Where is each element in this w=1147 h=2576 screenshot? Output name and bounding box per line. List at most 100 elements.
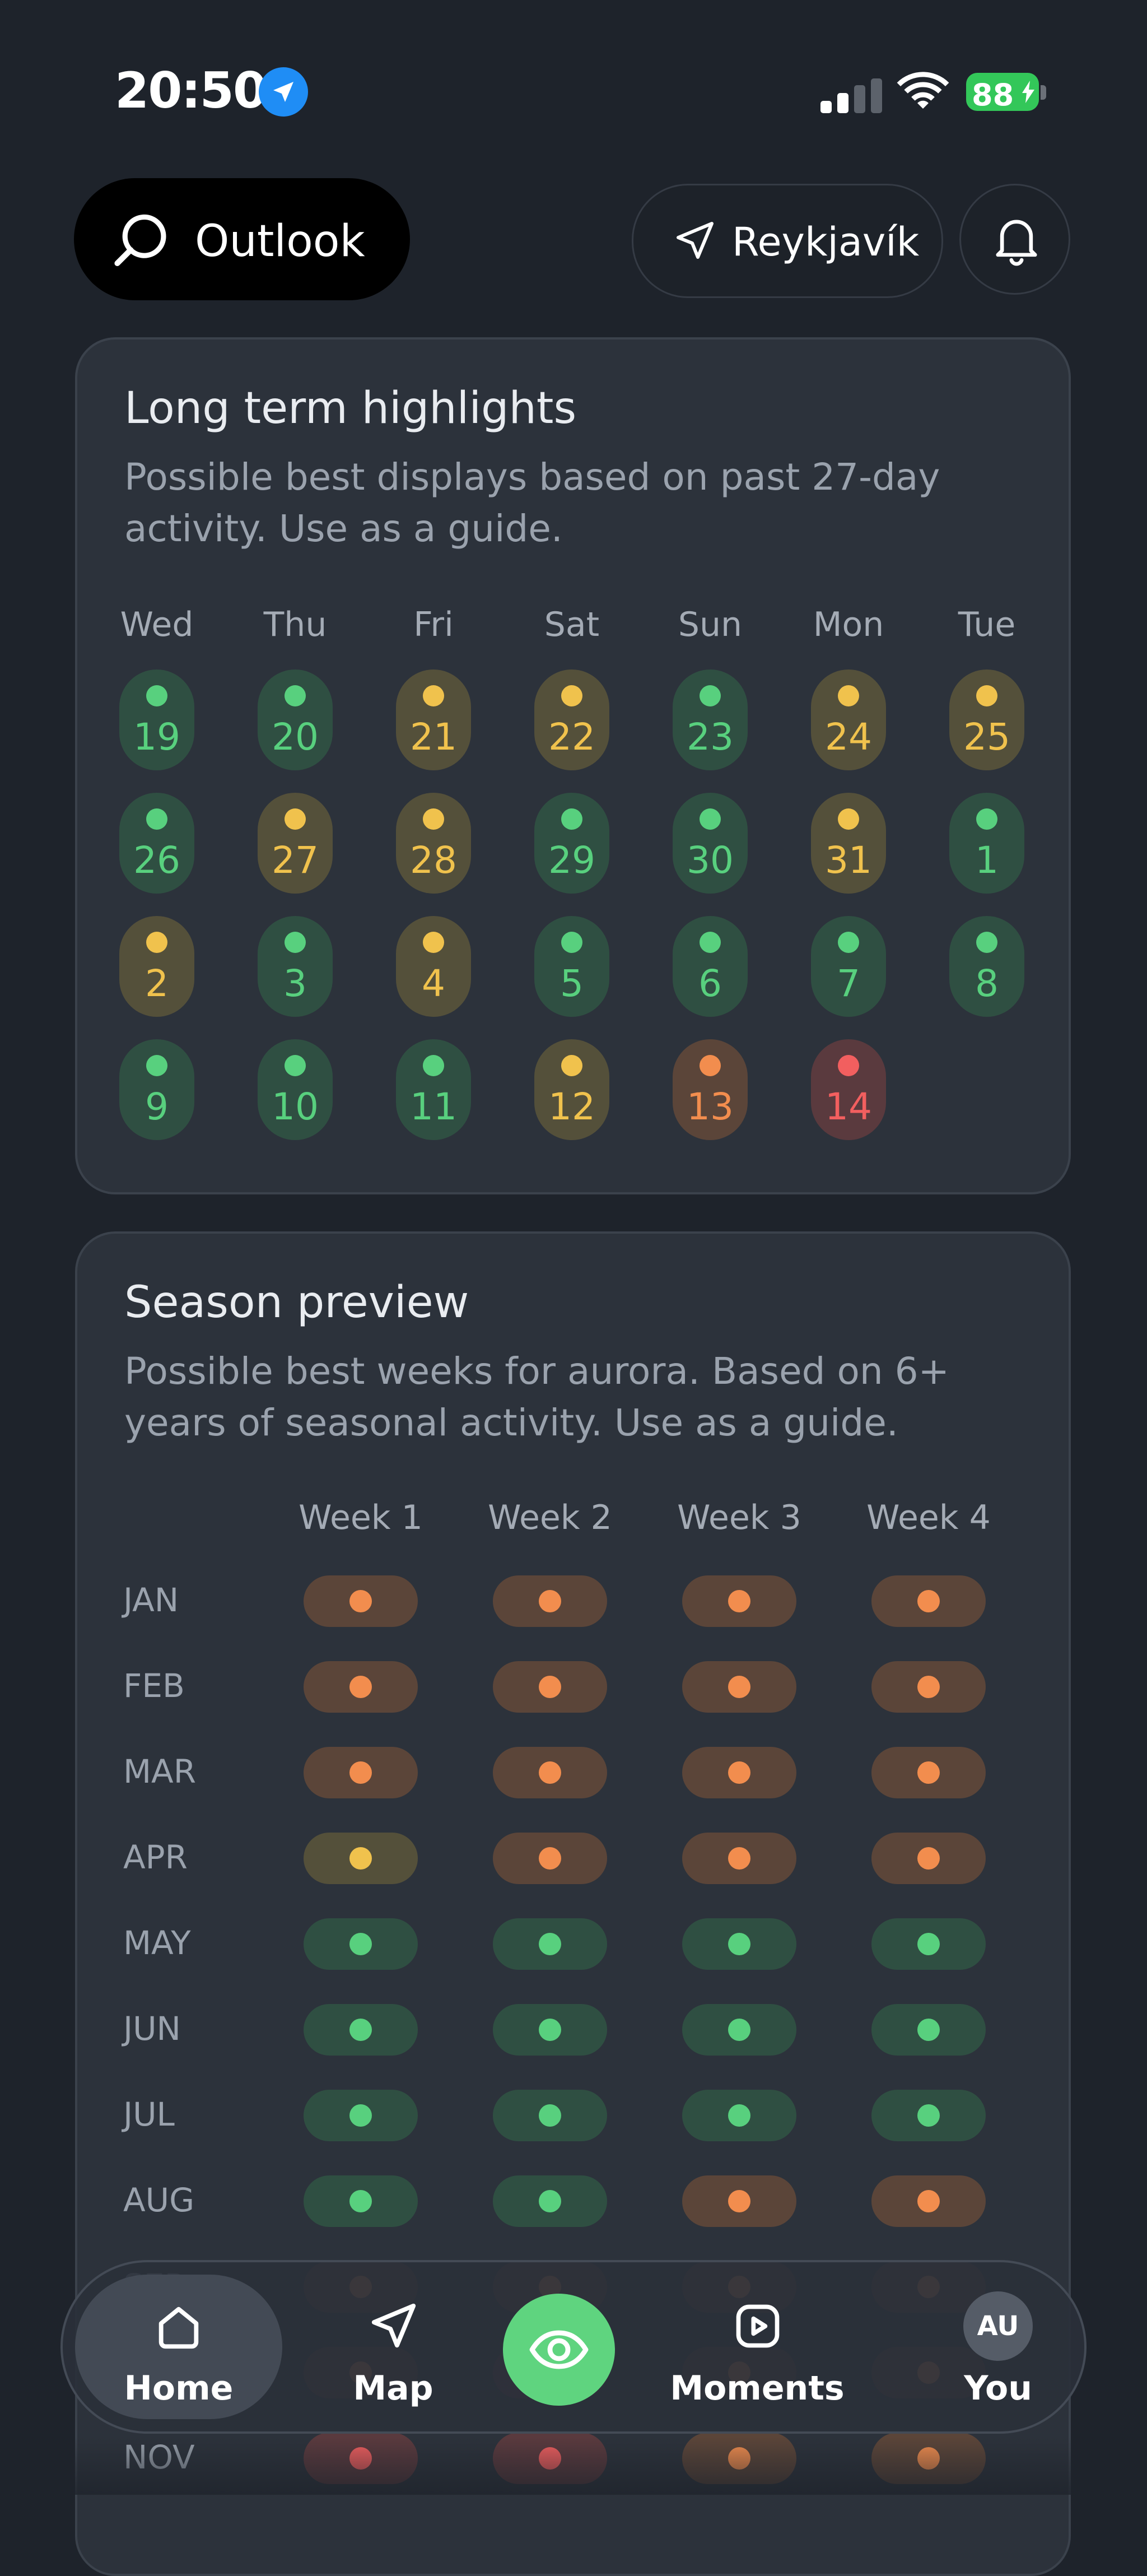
avatar: AU	[963, 2291, 1033, 2361]
week-activity-pill	[682, 1575, 796, 1627]
week-activity-pill	[493, 1833, 607, 1884]
activity-dot	[146, 1055, 167, 1076]
week-activity-pill	[493, 2175, 607, 2227]
battery-icon: 88	[966, 73, 1039, 113]
month-label: MAR	[123, 1752, 197, 1791]
day-number: 20	[272, 715, 319, 759]
tab-map[interactable]: Map	[309, 2262, 477, 2436]
weekday-header: Sun	[678, 605, 743, 644]
activity-dot	[917, 1590, 940, 1612]
play-square-icon	[736, 2304, 780, 2348]
calendar-day[interactable]: 20	[258, 669, 333, 770]
calendar-day[interactable]: 11	[396, 1039, 471, 1140]
activity-dot	[561, 685, 582, 706]
day-number: 27	[272, 839, 319, 882]
outlook-search-button[interactable]: Outlook	[74, 178, 410, 300]
activity-dot	[349, 1676, 372, 1698]
day-number: 1	[975, 839, 999, 882]
calendar-day[interactable]: 26	[119, 793, 194, 894]
week-activity-pill	[304, 1575, 418, 1627]
calendar-day[interactable]: 21	[396, 669, 471, 770]
activity-dot	[561, 932, 582, 953]
calendar-day[interactable]: 4	[396, 916, 471, 1017]
live-aurora-button[interactable]	[503, 2294, 615, 2406]
day-number: 5	[560, 962, 584, 1005]
calendar-day[interactable]: 5	[534, 916, 609, 1017]
weekday-header: Wed	[120, 605, 194, 644]
calendar-day[interactable]: 24	[811, 669, 886, 770]
month-label: APR	[123, 1838, 188, 1876]
activity-dot	[561, 808, 582, 830]
calendar-day[interactable]: 31	[811, 793, 886, 894]
weekday-header: Mon	[813, 605, 884, 644]
week-activity-pill	[304, 2090, 418, 2141]
eye-icon	[529, 2330, 589, 2369]
week-activity-pill	[682, 1661, 796, 1713]
calendar-day[interactable]: 7	[811, 916, 886, 1017]
activity-dot	[146, 685, 167, 706]
tab-you-label: You	[964, 2369, 1032, 2408]
month-label: AUG	[123, 2181, 195, 2219]
calendar-day[interactable]: 27	[258, 793, 333, 894]
activity-dot	[838, 932, 859, 953]
activity-dot	[976, 932, 997, 953]
calendar-day[interactable]: 13	[673, 1039, 748, 1140]
calendar-day[interactable]: 9	[119, 1039, 194, 1140]
calendar-day[interactable]: 10	[258, 1039, 333, 1140]
week-activity-pill	[304, 1661, 418, 1713]
activity-dot	[728, 1933, 750, 1955]
calendar-day[interactable]: 1	[949, 793, 1024, 894]
calendar-day[interactable]: 29	[534, 793, 609, 894]
activity-dot	[285, 1055, 306, 1076]
weekday-header: Fri	[413, 605, 454, 644]
activity-dot	[423, 1055, 444, 1076]
calendar-day[interactable]: 28	[396, 793, 471, 894]
activity-dot	[838, 1055, 859, 1076]
day-number: 14	[825, 1085, 872, 1128]
tab-home[interactable]: Home	[75, 2262, 282, 2436]
day-number: 13	[687, 1085, 734, 1128]
cellular-signal-icon	[820, 78, 882, 113]
tab-bar: Home Map Moments AU You	[60, 2260, 1087, 2434]
calendar-day[interactable]: 12	[534, 1039, 609, 1140]
calendar-day[interactable]: 30	[673, 793, 748, 894]
activity-dot	[539, 1933, 561, 1955]
location-button[interactable]: Reykjavík	[632, 184, 943, 298]
calendar-day[interactable]: 23	[673, 669, 748, 770]
calendar-day[interactable]: 6	[673, 916, 748, 1017]
notifications-button[interactable]	[959, 184, 1070, 295]
calendar-day[interactable]: 25	[949, 669, 1024, 770]
week-header: Week 3	[677, 1498, 801, 1537]
activity-dot	[539, 2019, 561, 2041]
calendar-day[interactable]: 3	[258, 916, 333, 1017]
tab-map-label: Map	[353, 2369, 433, 2408]
calendar-day[interactable]: 22	[534, 669, 609, 770]
calendar-day[interactable]: 8	[949, 916, 1024, 1017]
activity-dot	[728, 1847, 750, 1870]
tab-you[interactable]: AU You	[936, 2262, 1060, 2436]
activity-dot	[838, 808, 859, 830]
week-activity-pill	[493, 1661, 607, 1713]
status-time: 20:50	[115, 62, 267, 119]
week-activity-pill	[304, 1833, 418, 1884]
activity-dot	[976, 685, 997, 706]
activity-dot	[349, 2190, 372, 2212]
card-subtitle: Possible best weeks for aurora. Based on…	[124, 1350, 949, 1444]
calendar-day[interactable]: 19	[119, 669, 194, 770]
activity-dot	[423, 685, 444, 706]
calendar-day[interactable]: 2	[119, 916, 194, 1017]
activity-dot	[539, 1676, 561, 1698]
activity-dot	[285, 932, 306, 953]
tab-moments[interactable]: Moments	[668, 2262, 847, 2436]
activity-dot	[423, 932, 444, 953]
activity-dot	[539, 1847, 561, 1870]
activity-dot	[700, 1055, 721, 1076]
activity-dot	[349, 2019, 372, 2041]
day-number: 23	[687, 715, 734, 759]
weekday-header: Sat	[544, 605, 600, 644]
week-header: Week 4	[866, 1498, 991, 1537]
activity-dot	[838, 685, 859, 706]
bottom-fade	[0, 2437, 1147, 2495]
day-number: 6	[698, 962, 722, 1005]
calendar-day[interactable]: 14	[811, 1039, 886, 1140]
